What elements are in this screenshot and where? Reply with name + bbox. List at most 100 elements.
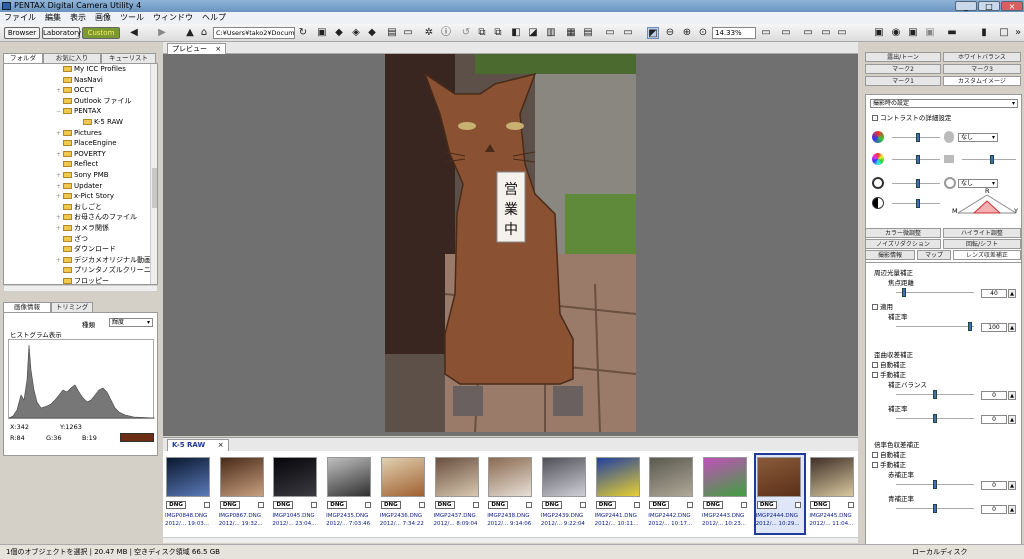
diamond-icon[interactable]: ◆ [366, 27, 378, 39]
up-arrow-icon[interactable]: ▲ [184, 27, 196, 39]
zoom-fit-icon[interactable]: ⊙ [697, 27, 709, 39]
rate-slider[interactable] [896, 322, 974, 331]
focal-length-spin[interactable]: ▲ [1008, 289, 1016, 298]
rotate-icon[interactable]: ↺ [460, 27, 472, 39]
thumbnail-item[interactable]: DNG IMGP2441.DNG 2012/... 10:11... [595, 455, 643, 533]
tree-horizontal-scrollbar[interactable] [3, 285, 158, 292]
auto-correct-1[interactable]: 自動補正 [872, 359, 906, 369]
menu-edit[interactable]: 編集 [45, 12, 61, 24]
thumbnail-scrollbar[interactable] [163, 537, 858, 543]
thumbnail-checkbox[interactable] [794, 502, 801, 508]
folder-icon[interactable]: ▭ [760, 27, 772, 39]
tab-map[interactable]: マップ [917, 250, 951, 260]
slider-knob[interactable] [990, 155, 994, 164]
laboratory-mode-button[interactable]: Laboratory [42, 27, 81, 39]
focal-length-value[interactable]: 40 [981, 289, 1007, 298]
tool-d-icon[interactable]: ▣ [924, 27, 936, 39]
slider-knob[interactable] [933, 414, 937, 423]
menu-view[interactable]: 表示 [70, 12, 86, 24]
menu-window[interactable]: ウィンドウ [153, 12, 193, 24]
folder-item[interactable]: NasNavi [4, 75, 157, 86]
menu-tools[interactable]: ツール [120, 12, 144, 24]
thumbnail-checkbox[interactable] [848, 502, 855, 508]
thumbnail-image[interactable] [541, 457, 586, 497]
thumbnail-image[interactable] [810, 457, 855, 497]
tab-mark3[interactable]: マーク3 [943, 64, 1021, 74]
rate2-value[interactable]: 0 [981, 415, 1007, 424]
rate-value[interactable]: 100 [981, 323, 1007, 332]
thumbnail-checkbox[interactable] [311, 502, 318, 508]
folder-item[interactable]: + x-Pict Story [4, 191, 157, 202]
saturation-slider[interactable] [892, 133, 940, 142]
thumbnail-item[interactable]: DNG IMGP2438.DNG 2012/... 9:14:06 [487, 455, 535, 533]
folder-item[interactable]: + カメラ関係 [4, 223, 157, 234]
save-icon[interactable]: ▤ [386, 27, 398, 39]
tab-folders[interactable]: フォルダー [3, 53, 43, 71]
custom-mode-button[interactable]: Custom [82, 27, 120, 39]
layout-icon[interactable]: ▭ [820, 27, 832, 39]
tab-k5-raw[interactable]: K-5 RAW × [167, 439, 229, 451]
folder-item[interactable]: ダウンロード [4, 244, 157, 255]
tab-rotate-shift[interactable]: 回転/シフト [943, 239, 1021, 249]
copy-icon[interactable]: ⧉ [476, 27, 488, 39]
tree-scrollbar[interactable] [150, 64, 157, 284]
thumbnail-image[interactable] [219, 457, 264, 497]
home-icon[interactable]: ⌂ [198, 27, 210, 39]
thumbnail-checkbox[interactable] [204, 502, 210, 508]
tab-trimming[interactable]: トリミング [51, 302, 93, 312]
red-rate-spin[interactable]: ▲ [1008, 481, 1016, 490]
window-icon[interactable]: ▭ [802, 27, 814, 39]
overflow-icon[interactable]: » [1012, 27, 1024, 39]
thumbnail-checkbox[interactable] [526, 502, 533, 508]
thumbnail-image[interactable] [273, 457, 318, 497]
folder-item[interactable]: + お母さんのファイル [4, 212, 157, 223]
folder-item[interactable]: My ICC Profiles [4, 64, 157, 75]
thumbnail-image[interactable] [488, 457, 533, 497]
folder-item[interactable]: + OCCT [4, 85, 157, 96]
tree-scroll-thumb[interactable] [152, 168, 157, 208]
menu-help[interactable]: ヘルプ [202, 12, 226, 24]
move-icon[interactable]: ▣ [316, 27, 328, 39]
frame-icon[interactable]: □ [998, 27, 1010, 39]
thumbnail-item[interactable]: DNG IMGP2442.DNG 2012/... 10:17... [648, 455, 696, 533]
thumbnail-image[interactable] [756, 457, 801, 497]
kind-dropdown[interactable]: 輝度 ▾ [109, 318, 153, 327]
zoom-out-icon[interactable]: ⊖ [664, 27, 676, 39]
red-rate-value[interactable]: 0 [981, 481, 1007, 490]
folder-item[interactable]: おしごと [4, 202, 157, 213]
tab-exposure-tone[interactable]: 露出/トーン [865, 52, 941, 62]
hue-slider[interactable] [892, 155, 940, 164]
develop-icon[interactable]: ◈ [350, 27, 362, 39]
filter-dropdown-2[interactable]: なし ▾ [958, 179, 998, 188]
auto-correct-2[interactable]: 自動補正 [872, 449, 906, 459]
slider-knob[interactable] [916, 179, 920, 188]
slider-knob[interactable] [916, 199, 920, 208]
slider-knob[interactable] [902, 288, 906, 297]
thumbnail-checkbox[interactable] [687, 502, 694, 508]
thumbnail-item[interactable]: DNG IMGP0867.DNG 2012/... 19:32... [219, 455, 267, 533]
key-slider[interactable] [892, 179, 940, 188]
folder-item[interactable]: + Pictures [4, 128, 157, 139]
panel-icon[interactable]: ▭ [836, 27, 848, 39]
thumbnail-image[interactable] [703, 457, 747, 497]
thumbnail-checkbox[interactable] [418, 502, 425, 508]
tab-custom-image[interactable]: カスタムイメージ [943, 76, 1021, 86]
filter-icon[interactable]: ◪ [527, 27, 539, 39]
balance-spin[interactable]: ▲ [1008, 391, 1016, 400]
list-icon[interactable]: ▤ [582, 27, 594, 39]
forward-arrow-icon[interactable]: ▶ [156, 27, 168, 39]
folder-item[interactable]: プリンタノズルクリーニ [4, 265, 157, 276]
thumbnail-item[interactable]: DNG IMGP1045.DNG 2012/... 23:04... [272, 455, 320, 533]
slider-knob[interactable] [933, 390, 937, 399]
balance-slider[interactable] [896, 390, 974, 399]
slider-knob[interactable] [916, 155, 920, 164]
mark-icon[interactable]: ▥ [545, 27, 557, 39]
screen-icon[interactable]: ▭ [780, 27, 792, 39]
print-icon[interactable]: ▭ [402, 27, 414, 39]
thumbnail-image[interactable] [166, 457, 210, 497]
tab-color-adjust[interactable]: カラー微調整 [865, 228, 941, 238]
thumbnail-checkbox[interactable] [257, 502, 264, 508]
folder-item[interactable]: + POVERTY [4, 149, 157, 160]
folder-item[interactable]: フロッピー [4, 276, 157, 284]
red-rate-slider[interactable] [896, 480, 974, 489]
